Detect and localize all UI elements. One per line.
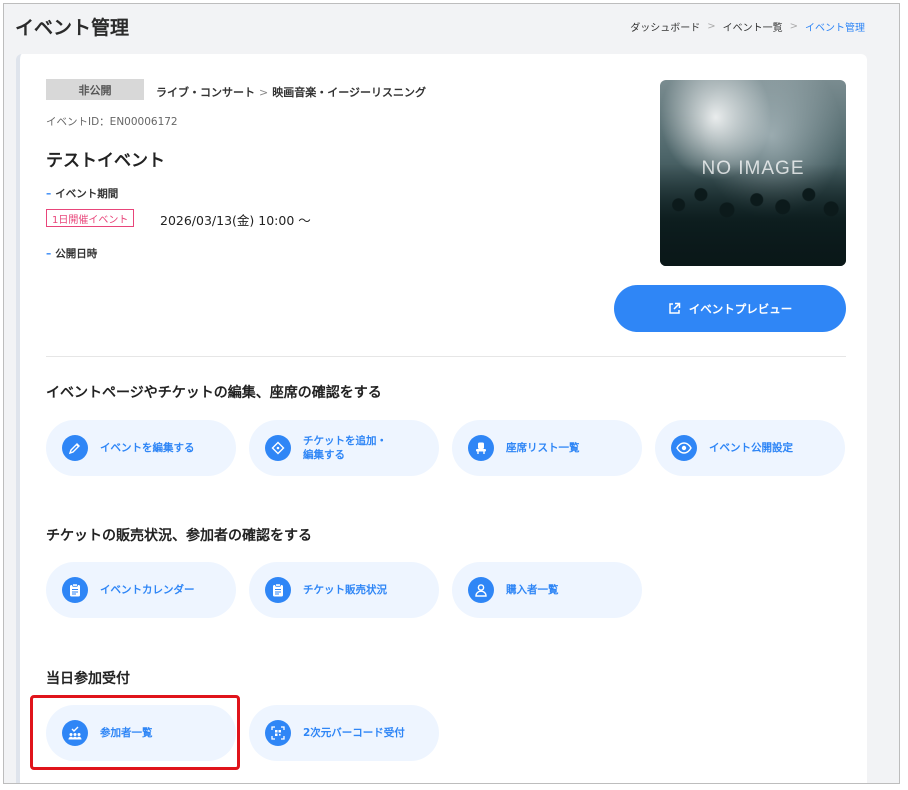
ticket-icon (265, 435, 291, 461)
page-title: イベント管理 (15, 17, 130, 39)
qr-checkin-label: 2次元バーコード受付 (303, 727, 405, 739)
one-day-badge: 1日開催イベント (46, 209, 135, 227)
pencil-icon (62, 435, 88, 461)
event-id: イベントID：EN00006172 (46, 116, 178, 128)
purchaser-list-label: 購入者一覧 (506, 584, 559, 596)
event-preview-button[interactable]: イベントプレビュー (614, 285, 846, 332)
eye-icon (671, 435, 697, 461)
no-image-text: NO IMAGE (701, 158, 805, 179)
breadcrumb-dashboard[interactable]: ダッシュボード (630, 19, 700, 34)
breadcrumb-event-list[interactable]: イベント一覧 (723, 19, 783, 34)
seat-list-label: 座席リスト一覧 (506, 442, 580, 454)
user-icon (468, 577, 494, 603)
attendee-list-label: 参加者一覧 (100, 727, 153, 739)
ticket-sales-status-button[interactable]: チケット販売状況 (249, 562, 439, 618)
status-badge: 非公開 (46, 79, 144, 100)
chevron-right-icon: > (707, 21, 716, 32)
section-title-edit: イベントページやチケットの編集、座席の確認をする (46, 385, 382, 401)
event-period-value: 2026/03/13(金) 10:00 〜 (160, 213, 311, 228)
attendees-icon (62, 720, 88, 746)
period-label: – イベント期間 (46, 188, 119, 200)
event-publish-settings-button[interactable]: イベント公開設定 (655, 420, 845, 476)
section-title-checkin: 当日参加受付 (46, 671, 130, 687)
breadcrumb: ダッシュボード > イベント一覧 > イベント管理 (630, 19, 865, 34)
category-parent: ライブ・コンサート (156, 86, 255, 99)
seat-icon (468, 435, 494, 461)
breadcrumb-current: イベント管理 (805, 23, 865, 34)
section-title-sales: チケットの販売状況、参加者の確認をする (46, 528, 312, 544)
app-frame: イベント管理 ダッシュボード > イベント一覧 > イベント管理 非公開 ライブ… (3, 3, 900, 784)
chevron-right-icon: > (259, 86, 269, 99)
top-bar: イベント管理 ダッシュボード > イベント一覧 > イベント管理 (4, 4, 899, 50)
category-child: 映画音楽・イージーリスニング (272, 86, 426, 99)
dash-icon: – (46, 248, 52, 260)
ticket-sales-status-label: チケット販売状況 (303, 584, 387, 596)
event-calendar-label: イベントカレンダー (100, 584, 195, 596)
dash-icon: – (46, 188, 52, 200)
edit-event-button[interactable]: イベントを編集する (46, 420, 236, 476)
seat-list-button[interactable]: 座席リスト一覧 (452, 420, 642, 476)
event-publish-settings-label: イベント公開設定 (709, 442, 793, 454)
event-name: テストイベント (46, 151, 165, 171)
purchaser-list-button[interactable]: 購入者一覧 (452, 562, 642, 618)
divider (46, 356, 846, 357)
qr-scan-icon (265, 720, 291, 746)
qr-checkin-button[interactable]: 2次元バーコード受付 (249, 705, 439, 761)
event-thumbnail: NO IMAGE (660, 80, 846, 266)
event-calendar-button[interactable]: イベントカレンダー (46, 562, 236, 618)
event-card: 非公開 ライブ・コンサート > 映画音楽・イージーリスニング イベントID：EN00… (16, 54, 867, 783)
clipboard-icon (265, 577, 291, 603)
attendee-list-button[interactable]: 参加者一覧 (46, 705, 236, 761)
publish-date-label: – 公開日時 (46, 248, 98, 260)
add-edit-ticket-button[interactable]: チケットを追加・ 編集する (249, 420, 439, 476)
event-category: ライブ・コンサート > 映画音楽・イージーリスニング (156, 84, 426, 100)
edit-event-label: イベントを編集する (100, 442, 195, 454)
external-link-icon (669, 302, 680, 314)
chevron-right-icon: > (789, 21, 798, 32)
clipboard-icon (62, 577, 88, 603)
add-edit-ticket-label: チケットを追加・ 編集する (303, 435, 387, 461)
event-preview-label: イベントプレビュー (688, 301, 793, 316)
